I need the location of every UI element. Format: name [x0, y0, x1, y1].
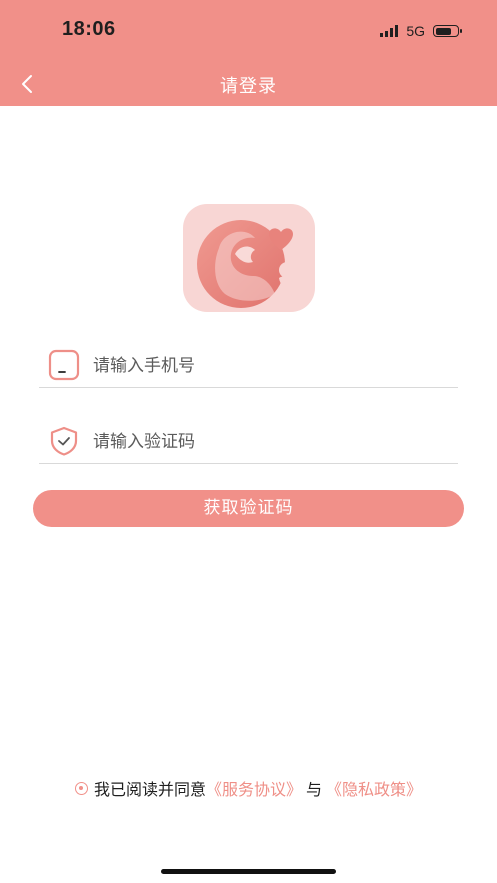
mother-baby-icon	[197, 220, 297, 308]
service-agreement-link[interactable]: 《服务协议》	[206, 776, 302, 800]
phone-field	[39, 343, 458, 388]
app-logo	[183, 204, 315, 312]
phone-icon	[48, 349, 80, 381]
home-indicator[interactable]	[161, 869, 336, 874]
privacy-policy-link[interactable]: 《隐私政策》	[326, 776, 422, 800]
get-code-button[interactable]: 获取验证码	[33, 490, 464, 527]
page-title: 请登录	[220, 76, 277, 97]
phone-input[interactable]	[91, 349, 445, 383]
shield-check-icon	[50, 426, 78, 456]
signal-icon	[380, 25, 399, 37]
verification-code-input[interactable]	[91, 425, 445, 459]
code-field	[39, 419, 458, 464]
agreement-text: 我已阅读并同意	[93, 780, 206, 799]
battery-icon	[433, 25, 462, 37]
network-type: 5G	[406, 23, 425, 39]
agreement-row: 我已阅读并同意 《服务协议》 与 《隐私政策》	[0, 776, 497, 800]
header-bar: 18:06 5G 请登录	[0, 0, 497, 106]
agreement-and-text: 与	[306, 780, 323, 799]
status-icons: 5G	[380, 21, 462, 41]
agree-radio-icon[interactable]	[74, 781, 88, 795]
status-time: 18:06	[62, 18, 116, 40]
